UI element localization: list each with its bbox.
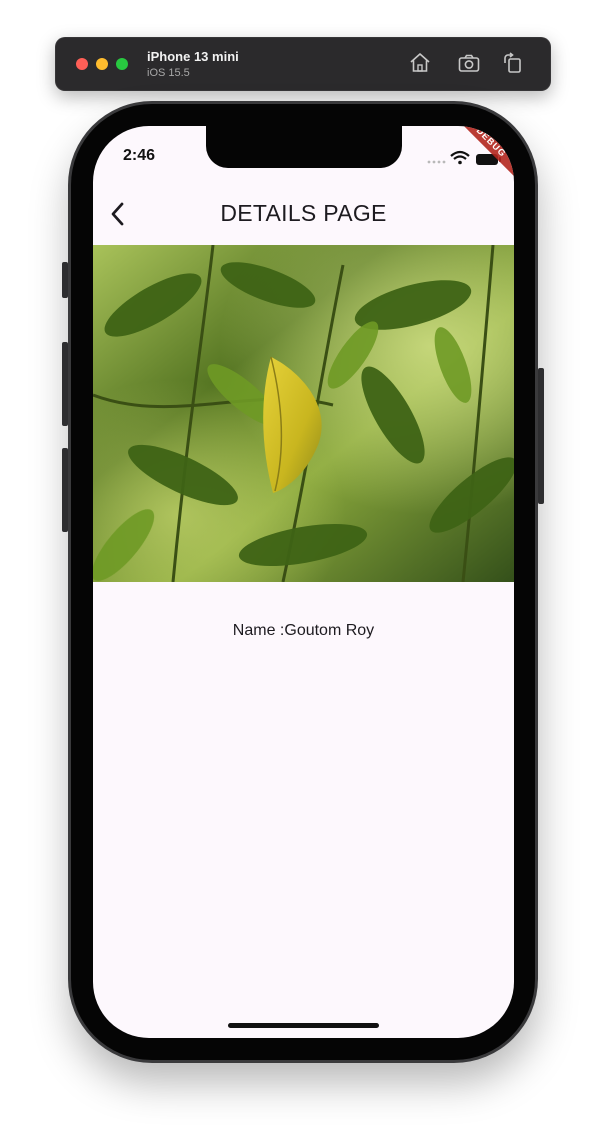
notch xyxy=(206,126,402,168)
page-title: DETAILS PAGE xyxy=(220,200,387,226)
wifi-icon xyxy=(450,150,470,165)
simulator-toolbar: iPhone 13 mini iOS 15.5 xyxy=(55,37,551,91)
home-icon[interactable] xyxy=(408,51,432,75)
app-screen: 2:46 DEBUG DETAILS PAGE Name:Goutom Roy xyxy=(93,126,514,1038)
minimize-window-button[interactable] xyxy=(96,58,108,70)
status-time: 2:46 xyxy=(123,147,156,164)
home-indicator[interactable] xyxy=(228,1023,379,1028)
volume-down-button xyxy=(62,448,68,532)
zoom-window-button[interactable] xyxy=(116,58,128,70)
power-button xyxy=(538,368,544,504)
signal-icon xyxy=(427,160,446,164)
name-label: Name :Goutom Roy xyxy=(232,622,375,639)
leaf-photo xyxy=(93,245,514,582)
device-name: iPhone 13 mini xyxy=(147,49,239,64)
screenshot-icon[interactable] xyxy=(457,51,481,75)
volume-up-button xyxy=(62,342,68,426)
rotate-icon[interactable] xyxy=(501,51,525,75)
app-bar: DETAILS PAGE xyxy=(93,188,514,244)
os-version: iOS 15.5 xyxy=(147,67,190,79)
close-window-button[interactable] xyxy=(76,58,88,70)
silent-switch xyxy=(62,262,68,298)
